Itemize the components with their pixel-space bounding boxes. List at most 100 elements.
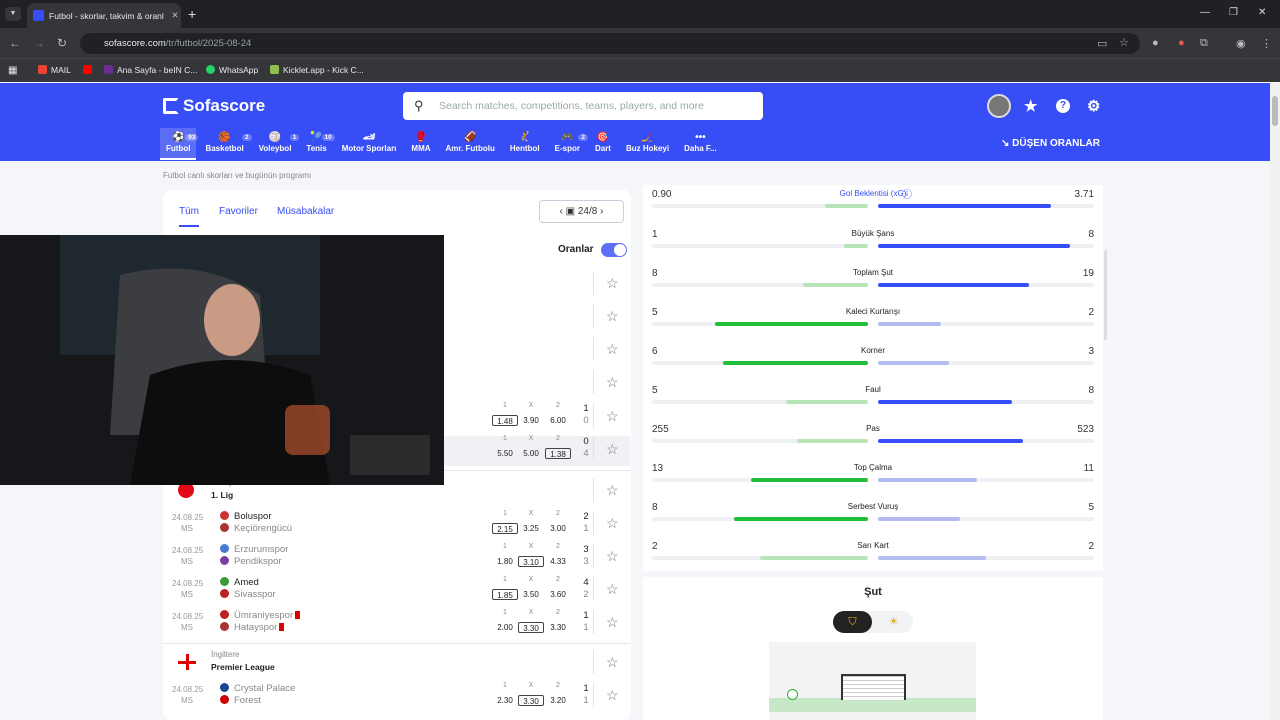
home-team[interactable]: Boluspor	[220, 511, 272, 522]
extension-badge-icon[interactable]: ●	[1178, 37, 1185, 49]
away-team[interactable]: Forest	[220, 695, 261, 706]
favorite-star-icon[interactable]: ☆	[606, 581, 619, 598]
favorite-star-icon[interactable]: ☆	[606, 408, 619, 425]
odds-value[interactable]: 1.80	[492, 556, 518, 567]
shot-marker[interactable]	[787, 689, 798, 700]
dropping-odds-link[interactable]: ↘ DÜŞEN ORANLAR	[1001, 138, 1100, 149]
odds-value[interactable]: 5.00	[518, 448, 544, 459]
odds-value[interactable]: 2.00	[492, 622, 518, 633]
page-scrollbar[interactable]	[1270, 83, 1280, 720]
help-icon[interactable]: ?	[1056, 99, 1070, 113]
odds-value[interactable]: 3.30	[545, 622, 571, 633]
odds-value[interactable]: 1.48	[492, 415, 518, 426]
odds-value[interactable]: 3.25	[518, 523, 544, 534]
back-icon[interactable]: ←	[9, 36, 21, 50]
favorite-star-icon[interactable]: ☆	[606, 374, 619, 391]
favorite-star-icon[interactable]: ☆	[606, 482, 619, 499]
panel-scrollbar[interactable]	[1104, 250, 1107, 340]
odds-value[interactable]: 1.85	[492, 589, 518, 600]
tab-search-button[interactable]: ▼	[5, 7, 21, 21]
close-window-icon[interactable]: ✕	[1258, 7, 1266, 18]
bookmark-mail[interactable]: MAIL	[38, 65, 71, 75]
table-row[interactable]: 24.08.25 MS Boluspor Keçiörengücü 1 2.15 X 3.25…	[164, 510, 630, 544]
settings-gear-icon[interactable]: ⚙	[1087, 97, 1100, 115]
favorite-star-icon[interactable]: ☆	[606, 687, 619, 704]
menu-dots-icon[interactable]: ⋮	[1261, 37, 1272, 50]
cast-icon[interactable]: ▭	[1097, 37, 1107, 50]
reload-icon[interactable]: ↻	[57, 36, 67, 50]
next-day-icon[interactable]: ›	[597, 206, 603, 217]
sport-tab-10[interactable]: 🏒 Buz Hokeyi	[620, 128, 675, 160]
favorites-star-icon[interactable]: ★	[1024, 97, 1037, 115]
new-tab-icon[interactable]: +	[188, 6, 196, 22]
tab-competitions[interactable]: Müsabakalar	[277, 206, 334, 217]
home-team[interactable]: Erzurumspor	[220, 544, 288, 555]
avatar[interactable]	[987, 94, 1011, 118]
odds-value[interactable]: 2.15	[492, 523, 518, 534]
odds-value[interactable]: 3.10	[518, 556, 544, 567]
bookmark-kicklet[interactable]: Kicklet.app - Kick C...	[270, 65, 364, 75]
away-team[interactable]: Hatayspor	[220, 622, 285, 633]
away-team-crest-icon[interactable]: ☀	[874, 611, 913, 633]
favorite-star-icon[interactable]: ☆	[606, 275, 619, 292]
odds-value[interactable]: 1.38	[545, 448, 571, 459]
favorite-star-icon[interactable]: ☆	[606, 548, 619, 565]
sport-tab-1[interactable]: 🏀 Basketbol 2	[199, 128, 252, 160]
tab-all[interactable]: Tüm	[179, 206, 199, 227]
home-team-crest-icon[interactable]: ⛉	[833, 611, 872, 633]
favorite-star-icon[interactable]: ☆	[606, 614, 619, 631]
sport-tab-3[interactable]: 🎾 Tenis 10	[300, 128, 335, 160]
odds-value[interactable]: 3.50	[518, 589, 544, 600]
away-team[interactable]: Keçiörengücü	[220, 523, 292, 534]
table-row[interactable]: 24.08.25 MS Crystal Palace Forest 1 2.30 X 3.30…	[164, 682, 630, 716]
apps-grid-icon[interactable]: ▦	[8, 65, 17, 76]
odds-value[interactable]: 6.00	[545, 415, 571, 426]
sport-tab-6[interactable]: 🏈 Amr. Futbolu	[440, 128, 501, 160]
away-team[interactable]: Sivasspor	[220, 589, 276, 600]
info-icon[interactable]: ⓘ	[902, 186, 912, 201]
odds-value[interactable]: 3.30	[518, 622, 544, 633]
odds-value[interactable]: 4.33	[545, 556, 571, 567]
home-team[interactable]: Amed	[220, 577, 259, 588]
odds-value[interactable]: 3.30	[518, 695, 544, 706]
odds-value[interactable]: 2.30	[492, 695, 518, 706]
sport-tab-7[interactable]: 🤾 Hentbol	[504, 128, 546, 160]
extension-icon[interactable]: ●	[1152, 37, 1159, 49]
youtube-icon[interactable]	[83, 65, 96, 75]
table-row[interactable]: 24.08.25 MS Erzurumspor Pendikspor 1 1.80 X 3.1…	[164, 543, 630, 577]
sofascore-logo[interactable]: Sofascore	[163, 96, 265, 116]
tab-favorites[interactable]: Favoriler	[219, 206, 258, 217]
sport-tab-2[interactable]: 🏐 Voleybol 1	[253, 128, 300, 160]
profile-icon[interactable]: ◉	[1236, 37, 1246, 50]
bookmark-bein[interactable]: Ana Sayfa - beIN C...	[104, 65, 197, 75]
puzzle-icon[interactable]: ⧉	[1200, 37, 1208, 50]
sport-tab-4[interactable]: 🏎 Motor Sporları	[336, 128, 403, 160]
sport-tab-9[interactable]: 🎯 Dart	[589, 128, 617, 160]
table-row[interactable]: 24.08.25 MS Amed Sivasspor 1 1.85 X 3.50 2 3.60 4 2	[164, 576, 630, 610]
table-row[interactable]: 24.08.25 MS Ümraniyespor Hatayspor 1 2.00 X 3.3…	[164, 609, 630, 643]
away-team[interactable]: Pendikspor	[220, 556, 282, 567]
favorite-star-icon[interactable]: ☆	[606, 654, 619, 671]
url-field[interactable]: sofascore.com/tr/futbol/2025-08-24	[80, 33, 1140, 54]
favorite-star-icon[interactable]: ☆	[606, 515, 619, 532]
odds-value[interactable]: 3.60	[545, 589, 571, 600]
home-team[interactable]: Crystal Palace	[220, 683, 295, 694]
sport-tab-8[interactable]: 🎮 E-spor 2	[549, 128, 588, 160]
sport-tab-11[interactable]: ••• Daha F...	[678, 128, 722, 160]
forward-icon[interactable]: →	[33, 36, 45, 50]
odds-value[interactable]: 3.90	[518, 415, 544, 426]
close-tab-icon[interactable]: ✕	[169, 10, 181, 21]
odds-toggle[interactable]	[601, 243, 627, 257]
scroll-thumb[interactable]	[1272, 96, 1278, 126]
odds-value[interactable]: 5.50	[492, 448, 518, 459]
league-header[interactable]: İngiltere Premier League	[164, 650, 630, 684]
search-input[interactable]: ⚲ Search matches, competitions, teams, pl…	[403, 92, 763, 120]
favorite-star-icon[interactable]: ☆	[606, 441, 619, 458]
browser-tab[interactable]: Futbol - skorlar, takvim & oranla ✕	[27, 3, 181, 28]
date-picker[interactable]: ‹ ▣ 24/8 ›	[539, 200, 624, 223]
sport-tab-0[interactable]: ⚽ Futbol 93	[160, 128, 199, 160]
restore-icon[interactable]: ❐	[1229, 7, 1238, 18]
odds-value[interactable]: 3.20	[545, 695, 571, 706]
minimize-icon[interactable]: —	[1200, 7, 1210, 18]
bookmark-star-icon[interactable]: ☆	[1119, 36, 1129, 49]
